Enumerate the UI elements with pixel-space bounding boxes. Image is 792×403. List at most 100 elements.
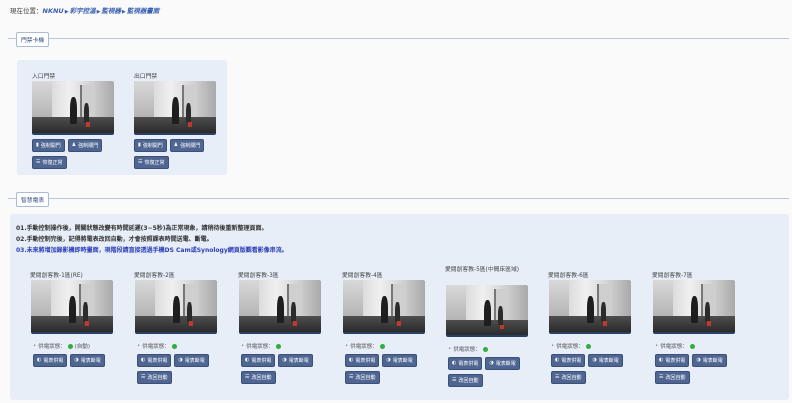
door-card-title: 入口門禁 <box>32 74 56 79</box>
camera-feed[interactable] <box>653 280 735 334</box>
door-card-exit: 出口門禁 ▮ 強制開門 ♟ 強制關門 ☰ 恢復正常 <box>132 69 218 179</box>
meter-card-title: 愛閱創客教-3區 <box>238 273 279 278</box>
note-3: 03.未來將增加錄影機即時畫面，現階段請直接透過手機DS Cam或Synolog… <box>16 247 288 254</box>
door-card-title: 出口門禁 <box>134 74 158 79</box>
camera-feed[interactable] <box>135 280 217 334</box>
revert-auto-button[interactable]: ☰ 改回自動 <box>241 371 276 384</box>
restore-normal-button[interactable]: ☰ 恢復正常 <box>134 156 169 169</box>
note-2: 02.手動控制完後，記得將電表改回自動，才會按照課表時間送電、斷電。 <box>16 236 213 243</box>
list-icon: ☰ <box>452 377 457 383</box>
person-icon: ♟ <box>71 142 77 148</box>
power-on-button[interactable]: ◐ 電表供電 <box>345 354 380 367</box>
toggle-off-icon: ◑ <box>74 357 79 363</box>
camera-feed[interactable] <box>32 81 114 135</box>
toggle-on-icon: ◐ <box>452 360 457 366</box>
breadcrumb-item-nknu[interactable]: NKNU <box>43 7 64 15</box>
breadcrumb-separator-icon: ▶ <box>64 9 69 15</box>
breadcrumb-item-control[interactable]: 彩宇控溫 <box>70 7 96 15</box>
power-status: • 供電狀態： <box>345 342 427 350</box>
breadcrumb-item-monitor-view[interactable]: 監視器畫面 <box>127 7 160 15</box>
power-on-button[interactable]: ◐ 電表供電 <box>137 354 172 367</box>
revert-auto-button[interactable]: ☰ 改回自動 <box>655 371 690 384</box>
breadcrumb-separator-icon: ▶ <box>121 9 126 15</box>
restore-normal-button[interactable]: ☰ 恢復正常 <box>32 156 67 169</box>
power-status: • 供電狀態： <box>241 342 323 350</box>
camera-feed[interactable] <box>549 280 631 334</box>
door-section-legend: 門禁卡機 <box>16 32 50 47</box>
toggle-on-icon: ◐ <box>37 357 42 363</box>
camera-feed[interactable] <box>134 81 216 135</box>
power-status: • 供電狀態： <box>551 342 633 350</box>
breadcrumb: 現在位置：NKNU▶彩宇控溫▶監視器▶監視器畫面 <box>10 5 159 15</box>
meter-card-title: 愛閱創客教-1區(RE) <box>30 273 83 278</box>
toggle-off-icon: ◑ <box>696 357 701 363</box>
meter-card-7: 愛閱創客教-7區 • 供電狀態： ◐ 電表供電 ◑ 電表斷電 ☰ 改回自動 <box>650 268 737 394</box>
camera-feed[interactable] <box>239 280 321 334</box>
power-section-legend: 智慧電表 <box>16 192 50 207</box>
power-on-button[interactable]: ◐ 電表供電 <box>241 354 276 367</box>
revert-auto-button[interactable]: ☰ 改回自動 <box>448 374 483 387</box>
power-on-button[interactable]: ◐ 電表供電 <box>448 357 483 370</box>
meter-card-2: 愛閱創客教-2區 • 供電狀態： ◐ 電表供電 ◑ 電表斷電 ☰ 改回自動 <box>132 268 219 394</box>
list-icon: ☰ <box>245 374 250 380</box>
power-off-button[interactable]: ◑ 電表斷電 <box>692 354 727 367</box>
toggle-on-icon: ◐ <box>141 357 146 363</box>
meter-card-title: 愛閱創客教-5區(中間床區域) <box>445 267 520 273</box>
status-on-icon <box>379 343 385 349</box>
force-open-button[interactable]: ▮ 強制開門 <box>32 139 65 152</box>
meter-card-title: 愛閱創客教-4區 <box>342 273 383 278</box>
power-off-button[interactable]: ◑ 電表斷電 <box>70 354 105 367</box>
meter-card-title: 愛閱創客教-2區 <box>134 273 175 278</box>
power-on-button[interactable]: ◐ 電表供電 <box>33 354 68 367</box>
meter-card-title: 愛閱創客教-7區 <box>652 273 693 278</box>
meter-card-6: 愛閱創客教-6區 • 供電狀態： ◐ 電表供電 ◑ 電表斷電 ☰ 改回自動 <box>546 268 633 394</box>
list-icon: ☰ <box>555 374 560 380</box>
camera-feed[interactable] <box>31 280 113 334</box>
status-on-icon <box>171 343 177 349</box>
meter-card-title: 愛閱創客教-6區 <box>548 273 589 278</box>
toggle-on-icon: ◐ <box>555 357 560 363</box>
toggle-off-icon: ◑ <box>386 357 391 363</box>
meter-card-3: 愛閱創客教-3區 • 供電狀態： ◐ 電表供電 ◑ 電表斷電 ☰ 改回自動 <box>236 268 323 394</box>
power-off-button[interactable]: ◑ 電表斷電 <box>174 354 209 367</box>
toggle-on-icon: ◐ <box>659 357 664 363</box>
list-icon: ☰ <box>659 374 664 380</box>
toggle-off-icon: ◑ <box>178 357 183 363</box>
toggle-on-icon: ◐ <box>349 357 354 363</box>
revert-auto-button[interactable]: ☰ 改回自動 <box>345 371 380 384</box>
power-off-button[interactable]: ◑ 電表斷電 <box>278 354 313 367</box>
breadcrumb-separator-icon: ▶ <box>96 9 101 15</box>
revert-auto-button[interactable]: ☰ 改回自動 <box>137 371 172 384</box>
toggle-on-icon: ◐ <box>245 357 250 363</box>
power-on-button[interactable]: ◐ 電表供電 <box>655 354 690 367</box>
power-on-button[interactable]: ◐ 電表供電 <box>551 354 586 367</box>
breadcrumb-item-monitor[interactable]: 監視器 <box>101 7 121 15</box>
camera-feed[interactable] <box>343 280 425 334</box>
revert-auto-button[interactable]: ☰ 改回自動 <box>551 371 586 384</box>
toggle-off-icon: ◑ <box>282 357 287 363</box>
door-section: 門禁卡機 <box>8 32 789 47</box>
force-close-button[interactable]: ♟ 強制關門 <box>67 139 103 152</box>
meter-card-1: 愛閱創客教-1區(RE) • 供電狀態： (自動) ◐ 電表供電 ◑ 電表斷電 <box>28 268 115 394</box>
door-panel: 入口門禁 ▮ 強制開門 ♟ 強制關門 ☰ 恢復正常 出口門禁 ▮ 強制開門 ♟ 強制關門 … <box>17 60 227 175</box>
force-close-button[interactable]: ♟ 強制關門 <box>169 139 205 152</box>
list-icon: ☰ <box>138 159 143 165</box>
status-on-icon <box>585 343 591 349</box>
power-off-button[interactable]: ◑ 電表斷電 <box>588 354 623 367</box>
status-on-icon <box>482 346 488 352</box>
power-off-button[interactable]: ◑ 電表斷電 <box>382 354 417 367</box>
list-icon: ☰ <box>36 159 41 165</box>
list-icon: ☰ <box>141 374 146 380</box>
camera-feed[interactable] <box>446 285 528 337</box>
power-status: • 供電狀態： <box>448 345 530 353</box>
power-off-button[interactable]: ◑ 電表斷電 <box>485 357 520 370</box>
power-status: • 供電狀態： (自動) <box>33 343 91 350</box>
breadcrumb-prefix: 現在位置： <box>10 7 43 15</box>
meter-card-5: 愛閱創客教-5區(中間床區域) • 供電狀態： ◐ 電表供電 ◑ 電表斷電 ☰ 改回自動 <box>443 264 530 396</box>
door-card-entrance: 入口門禁 ▮ 強制開門 ♟ 強制關門 ☰ 恢復正常 <box>30 69 116 179</box>
power-status: • 供電狀態： <box>137 342 219 350</box>
status-on-icon <box>67 343 73 349</box>
force-open-button[interactable]: ▮ 強制開門 <box>134 139 167 152</box>
toggle-off-icon: ◑ <box>489 360 494 366</box>
power-section: 智慧電表 <box>8 192 789 207</box>
